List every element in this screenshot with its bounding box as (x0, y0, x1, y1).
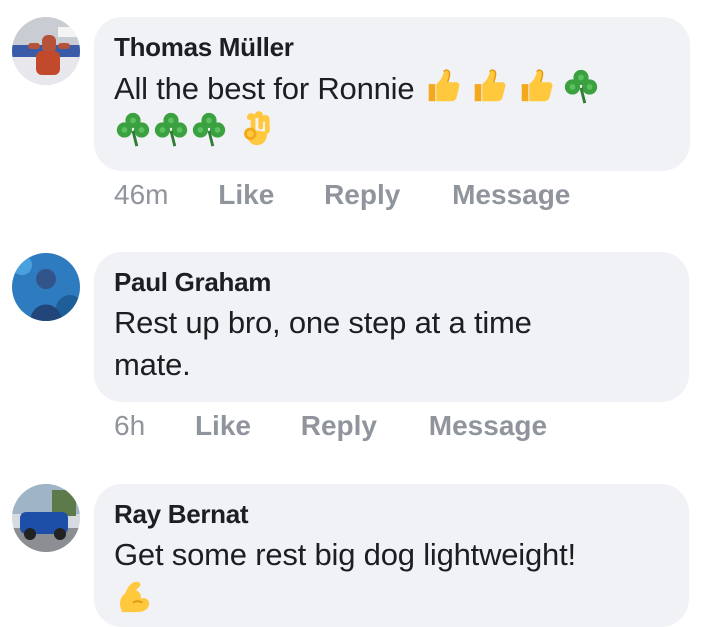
comment-text: Get some rest big dog lightweight! (114, 534, 669, 619)
shamrock-icon (190, 110, 228, 148)
comment-text-line: All the best for Ronnie (114, 71, 415, 106)
message-button[interactable]: Message (452, 178, 570, 212)
comment-bubble: Ray Bernat Get some rest big dog lightwe… (94, 484, 689, 627)
comment-text-line: Get some rest big dog lightweight! (114, 537, 576, 572)
avatar[interactable] (12, 484, 80, 552)
avatar[interactable] (12, 253, 80, 321)
comment-text-line-2 (114, 110, 670, 153)
comment-bubble: Thomas Müller All the best for Ronnie (94, 17, 690, 171)
comment-author[interactable]: Paul Graham (114, 265, 669, 299)
thumbs-up-icon (516, 67, 554, 105)
shamrock-icon (562, 67, 600, 105)
comment-text: All the best for Ronnie (114, 67, 670, 110)
ok-hand-icon (236, 110, 274, 148)
comment-text-line: Rest up bro, one step at a time (114, 305, 532, 340)
comment-text-line-2: mate. (114, 347, 191, 382)
shamrock-icon (152, 110, 190, 148)
thumbs-up-icon (423, 67, 461, 105)
like-button[interactable]: Like (218, 178, 274, 212)
like-button[interactable]: Like (195, 409, 251, 443)
comment-text-line-2 (114, 576, 669, 619)
message-button[interactable]: Message (429, 409, 547, 443)
comment-actions: 6h Like Reply Message (114, 409, 547, 443)
comment-bubble: Paul Graham Rest up bro, one step at a t… (94, 252, 689, 402)
thumbs-up-icon (469, 67, 507, 105)
comment-author[interactable]: Ray Bernat (114, 497, 669, 531)
flexed-biceps-icon (114, 576, 152, 614)
reply-button[interactable]: Reply (301, 409, 377, 443)
comment-author[interactable]: Thomas Müller (114, 30, 670, 64)
comment-text: Rest up bro, one step at a time mate. (114, 302, 669, 386)
reply-button[interactable]: Reply (324, 178, 400, 212)
comment-actions: 46m Like Reply Message (114, 178, 570, 212)
comment-timestamp: 6h (114, 410, 146, 441)
avatar[interactable] (12, 17, 80, 85)
comment-timestamp: 46m (114, 179, 169, 210)
shamrock-icon (114, 110, 152, 148)
